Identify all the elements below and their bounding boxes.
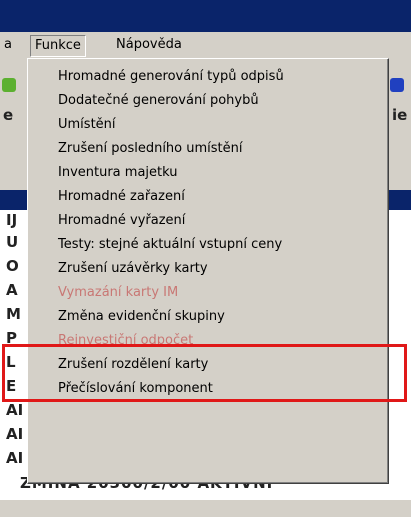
bg-row-letter: U bbox=[6, 233, 19, 251]
menu-item-change-evidence-group[interactable]: Změna evidenční skupiny bbox=[58, 305, 225, 329]
menu-item-location[interactable]: Umístění bbox=[58, 113, 116, 137]
bg-row-letter: O bbox=[6, 257, 19, 275]
menu-item-tests-same-prices[interactable]: Testy: stejné aktuální vstupní ceny bbox=[58, 233, 282, 257]
toolbar-green-icon[interactable] bbox=[2, 78, 16, 92]
menu-item-additional-movements[interactable]: Dodatečné generování pohybů bbox=[58, 89, 259, 113]
menu-item-mass-depreciation-types[interactable]: Hromadné generování typů odpisů bbox=[58, 65, 284, 89]
menu-item-cancel-last-location[interactable]: Zrušení posledního umístění bbox=[58, 137, 243, 161]
menu-item-delete-card[interactable]: Vymazání karty IM bbox=[58, 281, 178, 305]
bg-row-letter: AI bbox=[6, 425, 24, 443]
menu-item-mass-disposal[interactable]: Hromadné vyřazení bbox=[58, 209, 185, 233]
toolbar-blue-icon[interactable] bbox=[390, 78, 404, 92]
highlight-annotation-box bbox=[2, 344, 407, 402]
bg-row-letter: M bbox=[6, 305, 21, 323]
menu-item-mass-inclusion[interactable]: Hromadné zařazení bbox=[58, 185, 185, 209]
menu-help[interactable]: Nápověda bbox=[112, 35, 186, 55]
functions-dropdown-menu: Hromadné generování typů odpisů Dodatečn… bbox=[27, 58, 389, 484]
menu-prev-item[interactable]: a bbox=[0, 35, 16, 55]
bg-row-letter: A bbox=[6, 281, 18, 299]
menu-item-asset-inventory[interactable]: Inventura majetku bbox=[58, 161, 178, 185]
window-titlebar bbox=[0, 0, 411, 32]
bg-row-letter: AI bbox=[6, 401, 24, 419]
menu-bar: a Funkce Nápověda bbox=[0, 32, 411, 59]
menu-item-cancel-card-closing[interactable]: Zrušení uzávěrky karty bbox=[58, 257, 208, 281]
menu-functions[interactable]: Funkce bbox=[30, 35, 86, 57]
bg-row-letter: IJ bbox=[6, 211, 18, 229]
bg-row-letter: AI bbox=[6, 449, 24, 467]
